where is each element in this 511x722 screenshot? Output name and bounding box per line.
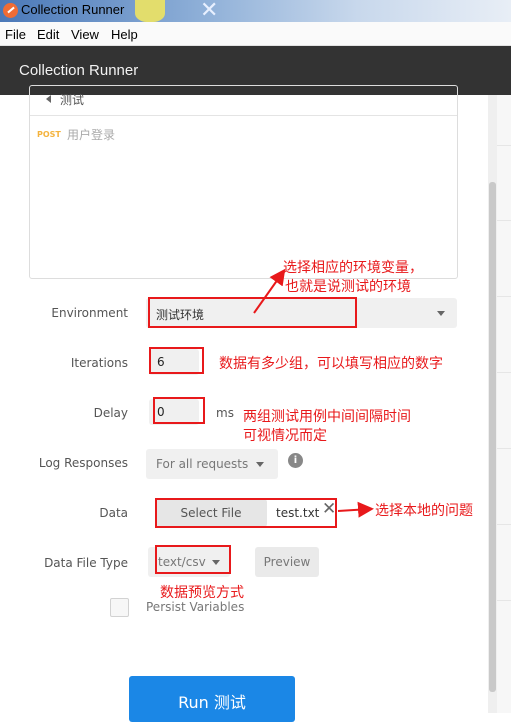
annotation-iterations: 数据有多少组，可以填写相应的数字 [219,356,443,372]
annotation-arrow-data [337,501,374,518]
annotation-data-file-type: 数据预览方式 [160,585,244,601]
annotation-environment-line1: 选择相应的环境变量， [283,260,423,276]
annotation-delay-line1: 两组测试用例中间间隔时间 [243,409,411,425]
annotation-delay-line2: 可视情况而定 [243,428,327,444]
annotation-data: 选择本地的问题 [375,503,473,519]
annotation-environment: 选择相应的环境变量， 也就是说测试的环境 [283,259,423,297]
annotation-delay: 两组测试用例中间间隔时间 可视情况而定 [243,408,411,446]
annotation-arrow-environment [253,268,286,314]
annotation-environment-line2: 也就是说测试的环境 [285,279,411,295]
